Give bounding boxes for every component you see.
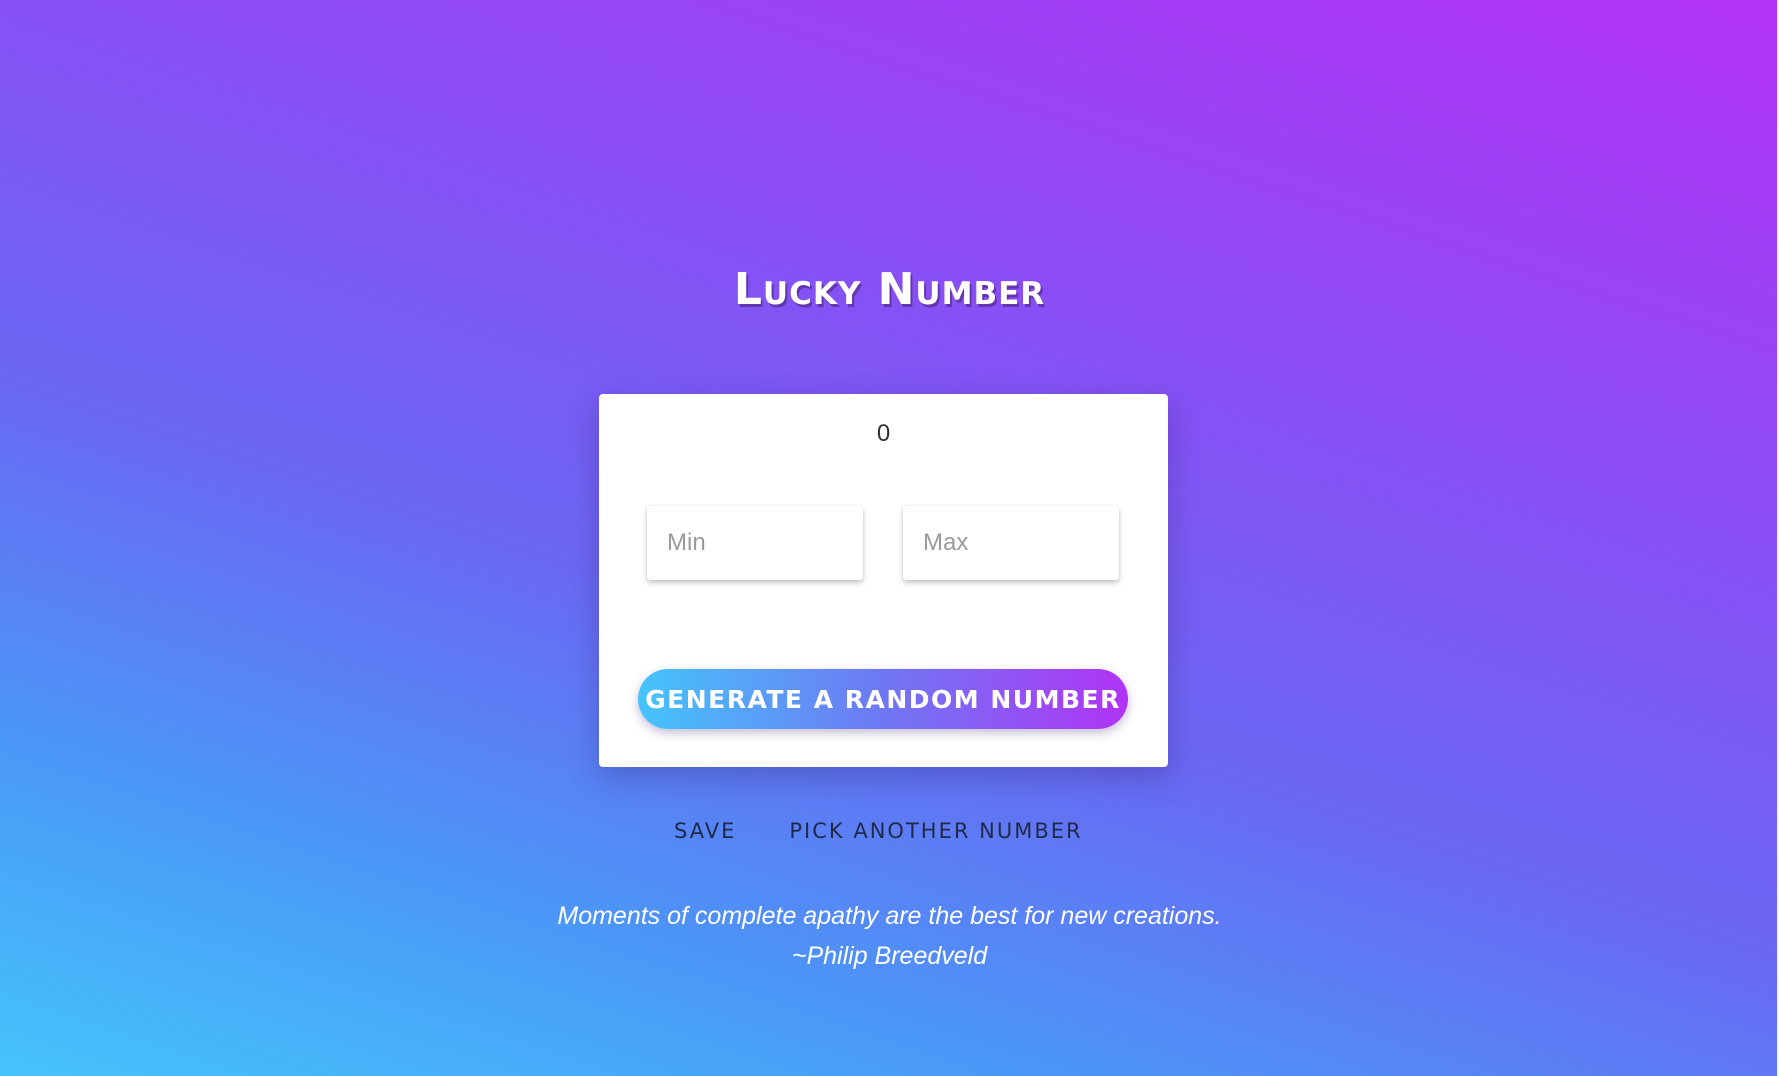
quote-author: ~Philip Breedveld bbox=[791, 942, 988, 970]
pick-another-number-button[interactable]: PICK ANOTHER NUMBER bbox=[789, 816, 1082, 846]
max-input[interactable] bbox=[903, 506, 1119, 580]
page-title: Lucky Number bbox=[733, 264, 1046, 315]
generate-random-number-button[interactable]: GENERATE A RANDOM NUMBER bbox=[638, 669, 1128, 729]
save-button[interactable]: SAVE bbox=[674, 816, 736, 846]
quote: Moments of complete apathy are the best … bbox=[0, 896, 1779, 976]
min-input[interactable] bbox=[647, 506, 863, 580]
quote-text: Moments of complete apathy are the best … bbox=[557, 902, 1222, 930]
number-card: 0 GENERATE A RANDOM NUMBER bbox=[599, 394, 1168, 767]
result-number: 0 bbox=[876, 420, 891, 447]
action-links: SAVE PICK ANOTHER NUMBER bbox=[674, 816, 1083, 846]
